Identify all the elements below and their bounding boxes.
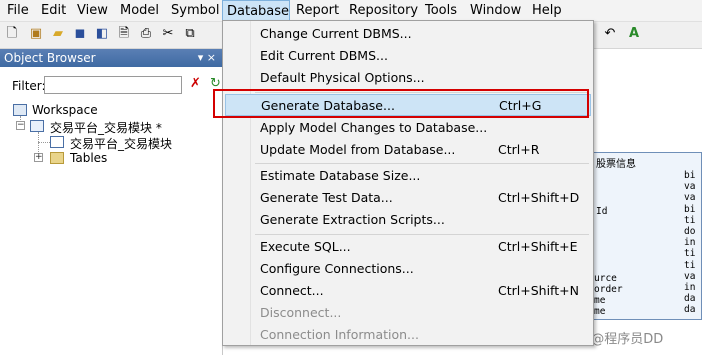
menu-item-shortcut: Ctrl+Shift+N <box>498 283 579 298</box>
collapse-toggle[interactable]: − <box>16 121 25 130</box>
workspace-icon <box>13 104 27 116</box>
menu-item-label: Connection Information... <box>260 327 419 342</box>
menu-item-change-dbms[interactable]: Change Current DBMS... <box>225 23 591 45</box>
menu-item-label: Estimate Database Size... <box>260 168 421 183</box>
column-type-fragment: ti <box>684 214 696 226</box>
menu-repository[interactable]: Repository <box>345 0 422 21</box>
database-menu: Change Current DBMS... Edit Current DBMS… <box>222 20 594 346</box>
menu-item-label: Disconnect... <box>260 305 342 320</box>
save-icon[interactable]: ◼ <box>72 26 88 42</box>
menu-item-default-physical-options[interactable]: Default Physical Options... <box>225 67 591 89</box>
menu-item-label: Update Model from Database... <box>260 142 456 157</box>
menu-separator <box>255 234 589 235</box>
pin-close-icon[interactable]: ▾ × <box>198 49 216 67</box>
tree-model[interactable]: 交易平台_交易模块 * <box>50 119 162 136</box>
menu-separator <box>255 163 589 164</box>
menu-item-shortcut: Ctrl+Shift+E <box>498 239 578 254</box>
tree-connector <box>38 142 50 143</box>
menu-item-apply-model-changes[interactable]: Apply Model Changes to Database... <box>225 117 591 139</box>
menu-item-connection-information: Connection Information... <box>225 324 591 346</box>
column-type-fragment: bi <box>684 203 696 215</box>
new-model-icon[interactable]: ▣ <box>28 26 44 42</box>
menu-item-label: Edit Current DBMS... <box>260 48 388 63</box>
table-title: 股票信息 <box>596 159 636 170</box>
column-name-fragment: Id <box>596 206 608 217</box>
menu-item-label: Apply Model Changes to Database... <box>260 120 488 135</box>
undo-arrow-icon[interactable]: ↶ <box>602 26 618 42</box>
format-text-icon[interactable]: A <box>626 26 642 42</box>
menu-window[interactable]: Window <box>466 0 525 21</box>
physical-model-icon <box>30 120 44 132</box>
column-type-fragment: va <box>684 270 696 282</box>
menu-tools[interactable]: Tools <box>421 0 461 21</box>
menu-item-label: Configure Connections... <box>260 261 414 276</box>
cut-icon[interactable]: ✂ <box>160 26 176 42</box>
column-type-fragment: va <box>684 192 696 204</box>
open-folder-icon[interactable]: ▰ <box>50 26 66 42</box>
menu-item-generate-extraction-scripts[interactable]: Generate Extraction Scripts... <box>225 209 591 231</box>
menu-item-label: Change Current DBMS... <box>260 26 412 41</box>
column-type-fragment: ti <box>684 248 696 260</box>
folder-icon <box>50 152 64 164</box>
column-type-fragment: va <box>684 181 696 193</box>
annotation-highlight-box <box>213 89 589 118</box>
menu-model[interactable]: Model <box>116 0 163 21</box>
menu-item-disconnect: Disconnect... <box>225 302 591 324</box>
menu-item-generate-test-data[interactable]: Generate Test Data... Ctrl+Shift+D <box>225 187 591 209</box>
print-preview-icon[interactable]: 🗎 <box>116 26 132 42</box>
menu-item-connect[interactable]: Connect... Ctrl+Shift+N <box>225 280 591 302</box>
tree-diagram[interactable]: 交易平台_交易模块 <box>70 135 172 152</box>
copy-icon[interactable]: ⧉ <box>182 26 198 42</box>
column-name-fragment: me <box>594 306 606 317</box>
menu-symbol[interactable]: Symbol <box>167 0 223 21</box>
menu-item-label: Generate Test Data... <box>260 190 393 205</box>
object-browser-header: Object Browser ▾ × <box>0 49 222 67</box>
menu-item-configure-connections[interactable]: Configure Connections... <box>225 258 591 280</box>
expand-toggle[interactable]: + <box>34 153 43 162</box>
menu-report[interactable]: Report <box>292 0 343 21</box>
column-type-fragment: in <box>684 237 696 249</box>
column-type-fragment: in <box>684 282 696 293</box>
print-icon[interactable]: ⎙ <box>138 26 154 42</box>
tree-workspace[interactable]: Workspace <box>32 103 98 117</box>
filter-input[interactable] <box>44 76 182 94</box>
menu-item-shortcut: Ctrl+R <box>498 142 540 157</box>
column-type-fragment: ti <box>684 259 696 271</box>
filter-label: Filter: <box>12 79 46 93</box>
column-type-fragment: do <box>684 226 696 237</box>
menu-bar: File Edit View Model Symbol Database Rep… <box>0 0 702 22</box>
menu-file[interactable]: File <box>3 0 33 21</box>
menu-item-update-model[interactable]: Update Model from Database... Ctrl+R <box>225 139 591 161</box>
column-type-fragment: da <box>684 293 696 305</box>
menu-item-edit-dbms[interactable]: Edit Current DBMS... <box>225 45 591 67</box>
menu-item-label: Connect... <box>260 283 324 298</box>
clear-filter-icon[interactable]: ✗ <box>190 76 201 91</box>
menu-database[interactable]: Database <box>222 0 290 21</box>
menu-item-estimate-size[interactable]: Estimate Database Size... <box>225 165 591 187</box>
menu-view[interactable]: View <box>73 0 112 21</box>
menu-edit[interactable]: Edit <box>37 0 70 21</box>
object-browser-title: Object Browser <box>4 51 96 65</box>
menu-item-shortcut: Ctrl+Shift+D <box>498 190 580 205</box>
new-icon[interactable]: 🗋 <box>4 26 20 42</box>
column-type-fragment: bi <box>684 170 696 181</box>
menu-help[interactable]: Help <box>528 0 566 21</box>
tree-tables[interactable]: Tables <box>70 151 107 165</box>
save-all-icon[interactable]: ◧ <box>94 26 110 42</box>
menu-item-label: Execute SQL... <box>260 239 351 254</box>
column-type-fragment: da <box>684 304 696 316</box>
diagram-icon <box>50 136 64 148</box>
menu-item-label: Default Physical Options... <box>260 70 425 85</box>
menu-item-execute-sql[interactable]: Execute SQL... Ctrl+Shift+E <box>225 236 591 258</box>
menu-item-label: Generate Extraction Scripts... <box>260 212 445 227</box>
